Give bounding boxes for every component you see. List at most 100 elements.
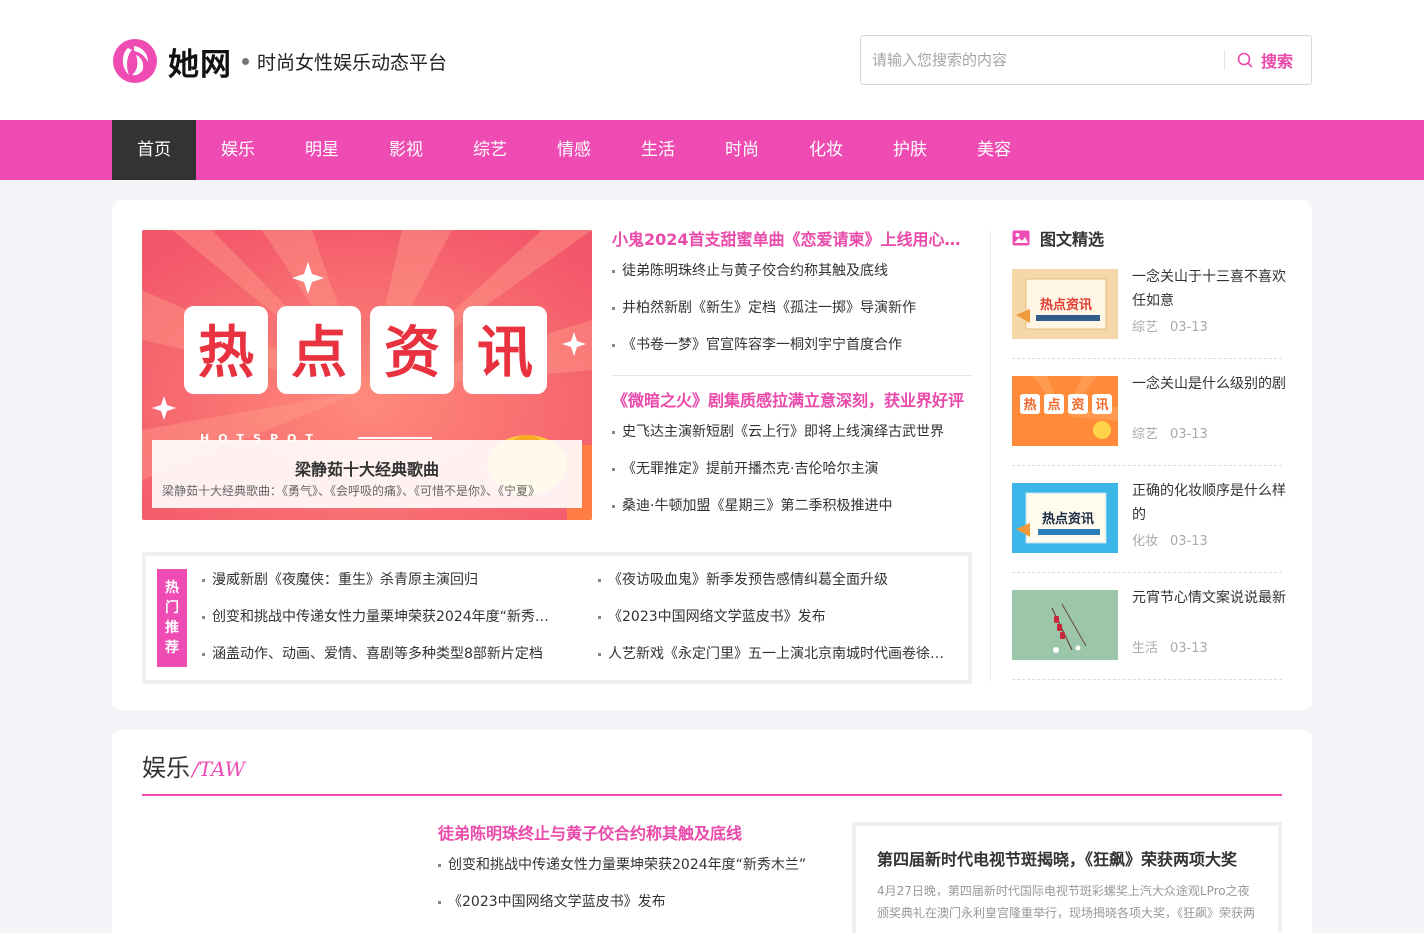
hero-image-char: 讯 bbox=[477, 321, 533, 386]
site-name: 她网 bbox=[168, 46, 232, 83]
site-logo[interactable]: 她网 时尚女性娱乐动态平台 bbox=[112, 38, 447, 84]
pick-meta: 综艺 03-13 bbox=[1132, 423, 1208, 442]
news-divider bbox=[612, 375, 972, 376]
pick-title: 正确的化妆顺序是什么样的 bbox=[1132, 483, 1286, 523]
picks-heading: 图文精选 bbox=[1012, 226, 1282, 250]
search-input[interactable] bbox=[861, 36, 1224, 84]
hero-caption: 梁静茹十大经典歌曲 梁静茹十大经典歌曲：《勇气》、《会呼吸的痛》、《可惜不是你》… bbox=[152, 440, 582, 508]
nav-item-variety[interactable]: 综艺 bbox=[448, 120, 532, 180]
hot-list-right: 《夜访吸血鬼》新季发预告感情纠葛全面升级 《2023中国网络文学蓝皮书》发布 人… bbox=[598, 570, 953, 681]
nav-item-beauty[interactable]: 美容 bbox=[952, 120, 1036, 180]
nav-item-emotion[interactable]: 情感 bbox=[532, 120, 616, 180]
hot-tag-char: 热 bbox=[165, 580, 179, 596]
pick-date: 03-13 bbox=[1170, 534, 1208, 549]
column-divider bbox=[990, 230, 991, 682]
news-item[interactable]: 井柏然新剧《新生》定档《孤注一掷》导演新作 bbox=[612, 298, 972, 335]
news-item[interactable]: 《书卷一梦》官宣阵容李一桐刘宇宁首度合作 bbox=[612, 335, 972, 372]
nav-item-home[interactable]: 首页 bbox=[112, 120, 196, 180]
hot-list-left: 漫威新剧《夜魔侠：重生》杀青原主演回归 创变和挑战中传递女性力量栗坤荣获2024… bbox=[202, 570, 562, 681]
section-title-en: /TAW bbox=[192, 757, 246, 781]
picks-heading-label: 图文精选 bbox=[1040, 230, 1105, 249]
hot-recommend-box: 热 门 推 荐 漫威新剧《夜魔侠：重生》杀青原主演回归 创变和挑战中传递女性力量… bbox=[142, 552, 972, 684]
pick-item[interactable]: 热点资讯 一念关山于十三喜不喜欢任如意 综艺 03-13 bbox=[1012, 252, 1286, 359]
pick-thumbnail bbox=[1012, 590, 1118, 660]
pick-meta: 生活 03-13 bbox=[1132, 637, 1208, 656]
nav-item-film-tv[interactable]: 影视 bbox=[364, 120, 448, 180]
pick-date: 03-13 bbox=[1170, 320, 1208, 335]
search-button-label: 搜索 bbox=[1260, 52, 1293, 71]
hot-tag-char: 推 bbox=[165, 620, 179, 636]
entertainment-section: 娱乐 /TAW 徒弟陈明珠终止与黄子佼合约称其触及底线 创变和挑战中传递女性力量… bbox=[112, 730, 1312, 933]
search-box: 搜索 bbox=[860, 35, 1312, 85]
news-group: 徒弟陈明珠终止与黄子佼合约称其触及底线 创变和挑战中传递女性力量栗坤荣获2024… bbox=[438, 822, 828, 929]
nav-item-fashion[interactable]: 时尚 bbox=[700, 120, 784, 180]
hero-image-char: 资 bbox=[384, 321, 440, 386]
pick-item[interactable]: 元宵节心情文案说说最新 生活 03-13 bbox=[1012, 573, 1286, 680]
hot-item[interactable]: 人艺新戏《永定门里》五一上演北京南城时代画卷徐徐展开 bbox=[598, 644, 953, 681]
news-item[interactable]: 桑迪·牛顿加盟《星期三》第二季积极推进中 bbox=[612, 496, 972, 533]
nav-item-celebrity[interactable]: 明星 bbox=[280, 120, 364, 180]
pick-thumbnail: 热点资讯 bbox=[1012, 483, 1118, 553]
pick-thumbnail-char: 热 bbox=[1023, 397, 1036, 413]
hot-item[interactable]: 《夜访吸血鬼》新季发预告感情纠葛全面升级 bbox=[598, 570, 953, 607]
feature-article[interactable]: 第四届新时代电视节斑揭晓，《狂飙》荣获两项大奖 4月27日晚，第四届新时代国际电… bbox=[852, 822, 1282, 933]
pick-thumbnail-text: 热点资讯 bbox=[1040, 297, 1092, 313]
pick-category: 综艺 bbox=[1132, 320, 1159, 335]
hero-description: 梁静茹十大经典歌曲：《勇气》、《会呼吸的痛》、《可惜不是你》、《宁夏》 bbox=[162, 484, 541, 498]
section-underline bbox=[142, 794, 1282, 796]
picks-panel: 图文精选 热点资讯 一念关山于十三喜不喜欢任如意 综艺 03-13 热 点 资 … bbox=[1012, 226, 1286, 680]
nav-item-entertainment[interactable]: 娱乐 bbox=[196, 120, 280, 180]
news-item[interactable]: 创变和挑战中传递女性力量栗坤荣获2024年度“新秀木兰” bbox=[438, 855, 828, 892]
feature-description: 4月27日晚，第四届新时代国际电视节斑彩螺奖上汽大众途观LPro之夜颁奖典礼在澳… bbox=[877, 884, 1256, 920]
section-title: 娱乐 /TAW bbox=[142, 748, 245, 783]
site-slogan: 时尚女性娱乐动态平台 bbox=[257, 51, 448, 74]
hot-item[interactable]: 涵盖动作、动画、爱情、喜剧等多种类型8部新片定档 bbox=[202, 644, 562, 681]
pick-date: 03-13 bbox=[1170, 427, 1208, 442]
nav-item-makeup[interactable]: 化妆 bbox=[784, 120, 868, 180]
pick-thumbnail: 热 点 资 讯 bbox=[1012, 376, 1118, 446]
news-group: 《微暗之火》剧集质感拉满立意深刻，获业界好评 史飞达主演新短剧《云上行》即将上线… bbox=[612, 389, 972, 533]
news-item[interactable]: 《无罪推定》提前开播杰克·吉伦哈尔主演 bbox=[612, 459, 972, 496]
news-headline[interactable]: 《微暗之火》剧集质感拉满立意深刻，获业界好评 bbox=[612, 389, 972, 413]
logo-icon bbox=[113, 39, 157, 83]
nav-item-skincare[interactable]: 护肤 bbox=[868, 120, 952, 180]
hot-recommend-tag: 热 门 推 荐 bbox=[157, 569, 187, 667]
search-button[interactable]: 搜索 bbox=[1225, 48, 1311, 72]
section-title-cn[interactable]: 娱乐 bbox=[142, 748, 190, 783]
pick-thumbnail-char: 资 bbox=[1071, 397, 1084, 413]
hot-tag-char: 门 bbox=[165, 600, 179, 616]
pick-date: 03-13 bbox=[1170, 641, 1208, 656]
hero-image-char: 热 bbox=[198, 321, 254, 386]
hot-item[interactable]: 《2023中国网络文学蓝皮书》发布 bbox=[598, 607, 953, 644]
pick-item[interactable]: 热 点 资 讯 一念关山是什么级别的剧 综艺 03-13 bbox=[1012, 359, 1286, 466]
pick-category: 综艺 bbox=[1132, 427, 1159, 442]
hot-tag-char: 荐 bbox=[165, 640, 179, 656]
pick-category: 生活 bbox=[1132, 641, 1159, 656]
pick-thumbnail-text: 热点资讯 bbox=[1042, 511, 1094, 527]
news-group: 小鬼2024首支甜蜜单曲《恋爱请柬》上线用心诠释爱情 徒弟陈明珠终止与黄子佼合约… bbox=[612, 228, 972, 372]
news-item[interactable]: 《2023中国网络文学蓝皮书》发布 bbox=[438, 892, 828, 929]
pick-category: 化妆 bbox=[1132, 534, 1159, 549]
slogan-dot bbox=[242, 57, 249, 65]
news-headline[interactable]: 小鬼2024首支甜蜜单曲《恋爱请柬》上线用心诠释爱情 bbox=[612, 228, 972, 252]
featured-section: 热 点 资 讯 HOTSPOT 梁静茹十大经典歌曲 梁静茹十大经典歌曲：《勇气》… bbox=[112, 200, 1312, 710]
hero-image-char: 点 bbox=[291, 321, 347, 386]
news-item[interactable]: 史飞达主演新短剧《云上行》即将上线演绎古武世界 bbox=[612, 422, 972, 459]
nav-item-life[interactable]: 生活 bbox=[616, 120, 700, 180]
site-header: 她网 时尚女性娱乐动态平台 搜索 bbox=[0, 0, 1424, 120]
pick-meta: 化妆 03-13 bbox=[1132, 530, 1208, 549]
pick-title: 一念关山于十三喜不喜欢任如意 bbox=[1132, 269, 1286, 309]
hot-item[interactable]: 漫威新剧《夜魔侠：重生》杀青原主演回归 bbox=[202, 570, 562, 607]
search-icon bbox=[1237, 52, 1253, 68]
pick-title: 元宵节心情文案说说最新 bbox=[1132, 590, 1286, 606]
news-headline[interactable]: 徒弟陈明珠终止与黄子佼合约称其触及底线 bbox=[438, 822, 828, 846]
news-item[interactable]: 徒弟陈明珠终止与黄子佼合约称其触及底线 bbox=[612, 261, 972, 298]
pick-title: 一念关山是什么级别的剧 bbox=[1132, 376, 1286, 392]
pick-item[interactable]: 热点资讯 正确的化妆顺序是什么样的 化妆 03-13 bbox=[1012, 466, 1286, 573]
hero-slide[interactable]: 热 点 资 讯 HOTSPOT 梁静茹十大经典歌曲 梁静茹十大经典歌曲：《勇气》… bbox=[142, 230, 592, 520]
hot-item[interactable]: 创变和挑战中传递女性力量栗坤荣获2024年度“新秀木兰” bbox=[202, 607, 562, 644]
main-nav: 首页 娱乐 明星 影视 综艺 情感 生活 时尚 化妆 护肤 美容 bbox=[0, 120, 1424, 180]
feature-title: 第四届新时代电视节斑揭晓，《狂飙》荣获两项大奖 bbox=[877, 850, 1238, 869]
hero-title[interactable]: 梁静茹十大经典歌曲 bbox=[152, 456, 582, 480]
pick-meta: 综艺 03-13 bbox=[1132, 316, 1208, 335]
